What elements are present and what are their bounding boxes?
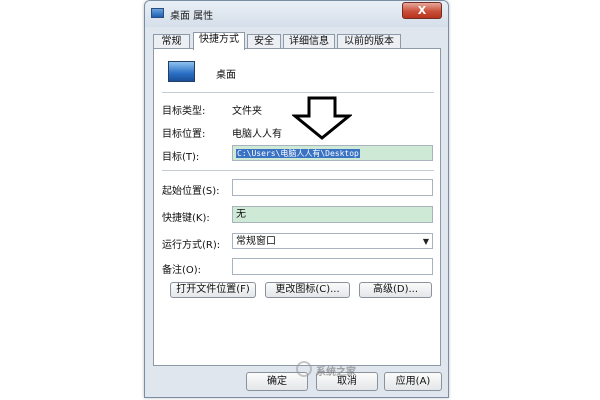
title-bar[interactable]: 桌面 属性 X bbox=[145, 1, 448, 27]
tab-details[interactable]: 详细信息 bbox=[283, 34, 335, 49]
run-select-value: 常规窗口 bbox=[236, 236, 276, 247]
hotkey-label: 快捷键(K): bbox=[162, 213, 210, 224]
target-selected-text: C:\Users\电脑人人有\Desktop bbox=[236, 149, 360, 158]
watermark-logo bbox=[296, 361, 312, 377]
close-button[interactable]: X bbox=[402, 2, 442, 19]
target-location-value: 电脑人人有 bbox=[232, 129, 282, 140]
arrow-down-icon bbox=[292, 96, 352, 140]
chevron-down-icon: ▼ bbox=[422, 237, 429, 246]
advanced-button[interactable]: 高级(D)... bbox=[359, 282, 432, 298]
hotkey-field[interactable]: 无 bbox=[232, 206, 433, 223]
target-label: 目标(T): bbox=[162, 152, 200, 163]
run-label: 运行方式(R): bbox=[162, 240, 221, 251]
target-location-label: 目标位置: bbox=[162, 129, 206, 140]
start-in-field[interactable] bbox=[232, 179, 433, 196]
shortcut-name: 桌面 bbox=[216, 70, 236, 81]
tab-security[interactable]: 安全 bbox=[247, 34, 281, 49]
apply-button[interactable]: 应用(A) bbox=[384, 372, 442, 391]
tab-previous-versions[interactable]: 以前的版本 bbox=[337, 34, 401, 49]
watermark: 系统之家 bbox=[296, 361, 356, 378]
divider bbox=[162, 170, 434, 171]
open-file-location-button[interactable]: 打开文件位置(F) bbox=[170, 282, 256, 298]
start-in-label: 起始位置(S): bbox=[162, 186, 220, 197]
comment-field[interactable] bbox=[232, 258, 433, 275]
change-icon-button[interactable]: 更改图标(C)... bbox=[265, 282, 350, 298]
properties-dialog: 桌面 属性 X 常规 快捷方式 安全 详细信息 以前的版本 桌面 目标类型: 文… bbox=[144, 0, 449, 398]
watermark-text: 系统之家 bbox=[316, 367, 356, 378]
desktop-icon bbox=[168, 61, 195, 82]
target-type-value: 文件夹 bbox=[232, 106, 262, 117]
tab-general[interactable]: 常规 bbox=[153, 34, 190, 49]
target-field[interactable]: C:\Users\电脑人人有\Desktop bbox=[232, 145, 433, 161]
desktop-icon bbox=[151, 8, 164, 18]
run-select[interactable]: 常规窗口 ▼ bbox=[232, 233, 433, 249]
target-type-label: 目标类型: bbox=[162, 106, 206, 117]
window-title: 桌面 属性 bbox=[170, 11, 214, 22]
divider bbox=[162, 92, 434, 93]
comment-label: 备注(O): bbox=[162, 265, 202, 276]
tab-shortcut[interactable]: 快捷方式 bbox=[193, 32, 245, 50]
